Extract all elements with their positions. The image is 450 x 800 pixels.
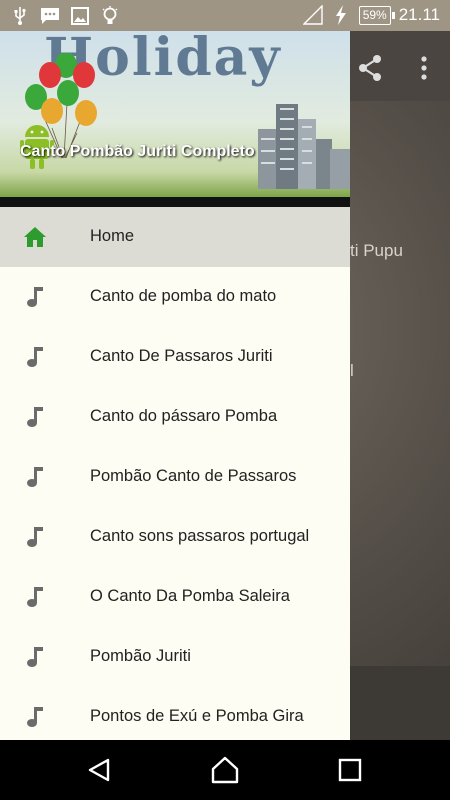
back-icon[interactable]: [84, 754, 116, 786]
image-icon: [70, 6, 90, 26]
music-note-icon: [23, 285, 47, 309]
drawer-header-title: Canto Pombão Juriti Completo: [20, 143, 255, 160]
menu-item-canto-sons-passaros-portugal[interactable]: Canto sons passaros portugal: [0, 507, 350, 567]
menu-item-label: Canto sons passaros portugal: [90, 527, 310, 545]
usb-icon: [10, 6, 30, 26]
drawer-menu: Home Canto de pomba do mato Canto De Pas…: [0, 207, 350, 740]
menu-item-canto-do-passaro-pomba[interactable]: Canto do pássaro Pomba: [0, 387, 350, 447]
more-icon[interactable]: [414, 53, 434, 83]
menu-item-label: Pontos de Exú e Pomba Gira: [90, 707, 304, 725]
notification-icons: [10, 6, 120, 26]
share-icon[interactable]: [355, 53, 385, 83]
clock: 21.11: [398, 5, 440, 24]
menu-item-pombao-canto-de-passaros[interactable]: Pombão Canto de Passaros: [0, 447, 350, 507]
menu-item-canto-de-pomba-do-mato[interactable]: Canto de pomba do mato: [0, 267, 350, 327]
music-note-icon: [23, 705, 47, 729]
menu-item-label: Canto do pássaro Pomba: [90, 407, 278, 425]
music-note-icon: [23, 465, 47, 489]
menu-item-label: Pombão Juriti: [90, 647, 191, 665]
bulb-icon: [100, 6, 120, 26]
battery-indicator: 59%: [358, 5, 395, 25]
app-content-text: ti Pupu: [350, 241, 403, 260]
city-buildings-image: [258, 104, 350, 189]
drawer-header: Holiday Canto Pombão Juriti Completo: [0, 31, 350, 197]
charging-icon: [331, 5, 351, 25]
menu-item-pontos-de-exu-e-pomba-gira[interactable]: Pontos de Exú e Pomba Gira: [0, 687, 350, 740]
menu-item-pombao-juriti[interactable]: Pombão Juriti: [0, 627, 350, 687]
menu-item-label: Canto De Passaros Juriti: [90, 347, 273, 365]
recents-icon[interactable]: [334, 754, 366, 786]
no-signal-icon: [302, 5, 323, 25]
system-nav-bar: [0, 740, 450, 800]
chat-icon: [40, 6, 60, 26]
navigation-drawer: Holiday Canto Pombão Juriti Completo Hom…: [0, 31, 350, 740]
home-icon: [23, 225, 47, 249]
home-nav-icon[interactable]: [209, 754, 241, 786]
menu-item-home[interactable]: Home: [0, 207, 350, 267]
music-note-icon: [23, 405, 47, 429]
menu-item-canto-de-passaros-juriti[interactable]: Canto De Passaros Juriti: [0, 327, 350, 387]
music-note-icon: [23, 525, 47, 549]
menu-item-o-canto-da-pomba-saleira[interactable]: O Canto Da Pomba Saleira: [0, 567, 350, 627]
music-note-icon: [23, 645, 47, 669]
menu-item-label: O Canto Da Pomba Saleira: [90, 587, 290, 605]
music-note-icon: [23, 345, 47, 369]
menu-item-label: Home: [90, 227, 135, 245]
header-divider: [0, 197, 350, 207]
status-bar: 59% 21.11: [0, 0, 450, 31]
menu-item-label: Pombão Canto de Passaros: [90, 467, 297, 485]
app-content-text: l: [350, 361, 354, 380]
menu-item-label: Canto de pomba do mato: [90, 287, 277, 305]
music-note-icon: [23, 585, 47, 609]
